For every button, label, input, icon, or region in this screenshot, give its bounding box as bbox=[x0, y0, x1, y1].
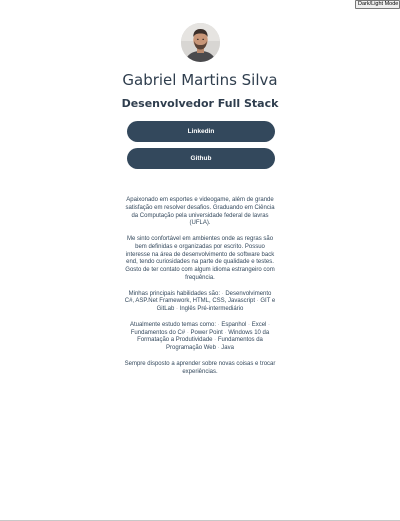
profile-name: Gabriel Martins Silva bbox=[122, 71, 278, 89]
about-section: Apaixonado em esportes e videogame, além… bbox=[124, 197, 276, 384]
skills-intro: Minhas principais habilidades são: bbox=[128, 290, 220, 297]
skill-item: Inglês Pré-intermediário bbox=[179, 306, 244, 313]
studies-intro: Atualmente estudo temas como: bbox=[129, 321, 216, 328]
dark-light-mode-button[interactable]: Dark/Light Mode bbox=[355, 0, 400, 9]
github-button[interactable]: Github bbox=[127, 148, 275, 169]
linkedin-button[interactable]: Linkedin bbox=[127, 121, 275, 142]
study-item: Power Point bbox=[190, 329, 223, 336]
about-closing: Sempre disposto a aprender sobre novas c… bbox=[124, 360, 276, 375]
about-intro: Apaixonado em esportes e videogame, além… bbox=[125, 197, 275, 227]
about-work: Me sinto confortável em ambientes onde a… bbox=[125, 235, 275, 281]
study-item: Espanhol bbox=[221, 321, 247, 328]
avatar bbox=[181, 23, 220, 62]
study-item: Fundamentos do C# bbox=[130, 329, 186, 336]
studies-paragraph: Atualmente estudo temas como: · Espanhol… bbox=[129, 321, 271, 352]
profile-role: Desenvolvedor Full Stack bbox=[121, 97, 279, 110]
skills-paragraph: Minhas principais habilidades são: · Des… bbox=[124, 290, 276, 313]
study-item: Java bbox=[221, 345, 234, 352]
study-item: Excel bbox=[251, 321, 267, 328]
profile-photo bbox=[181, 23, 220, 62]
